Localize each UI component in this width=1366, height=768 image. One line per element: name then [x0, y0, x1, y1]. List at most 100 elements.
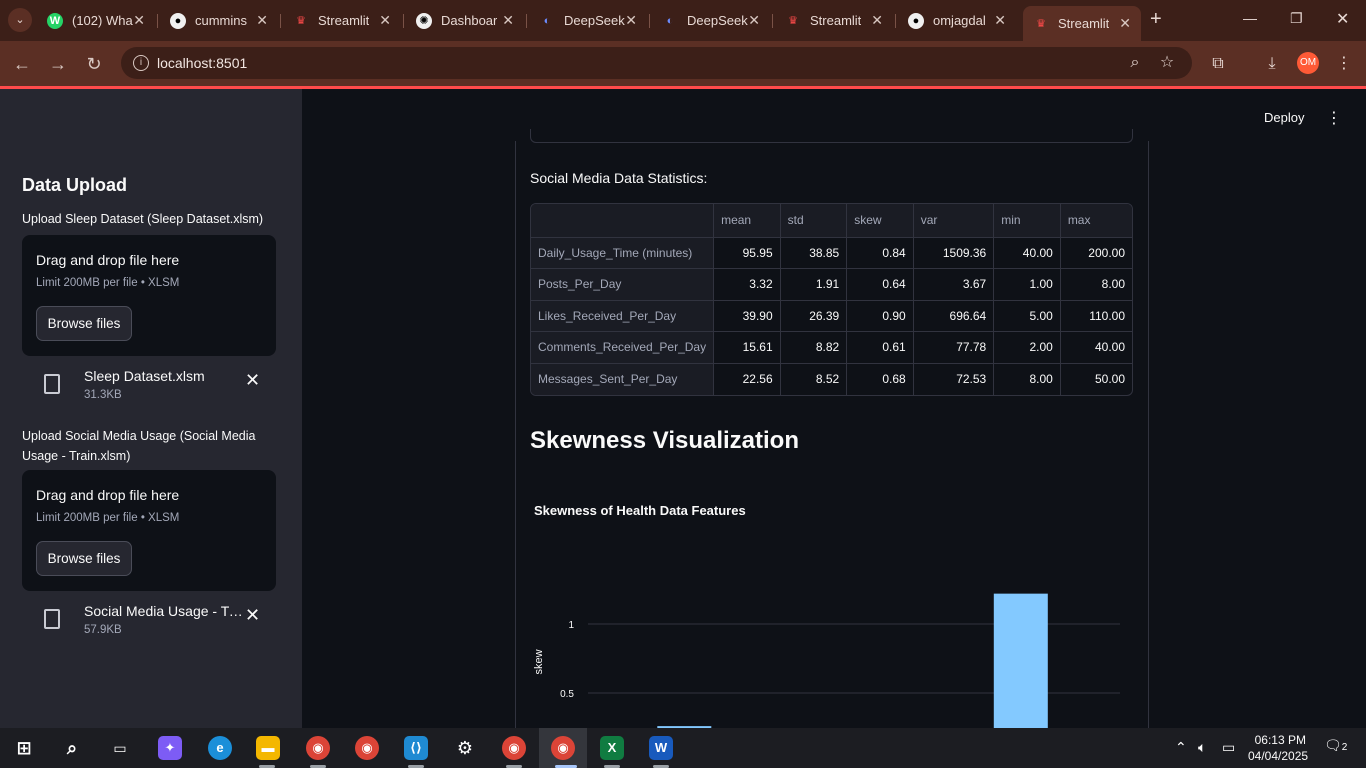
y-tick-label: 1 [568, 620, 574, 631]
table-row[interactable]: Daily_Usage_Time (minutes) 95.95 38.85 0.84… [531, 237, 1132, 269]
close-tab-icon[interactable]: ✕ [1119, 15, 1131, 32]
deploy-button[interactable]: Deploy [1264, 110, 1304, 125]
browser-tab[interactable]: ◐ DeepSeek ✕ [529, 6, 647, 35]
browser-tab[interactable]: ✺ Dashboar ✕ [406, 6, 524, 35]
column-header[interactable]: max [1059, 204, 1132, 238]
site-info-icon[interactable]: i [133, 55, 149, 71]
tab-separator [649, 14, 650, 28]
sidebar-title: Data Upload [22, 175, 128, 195]
table-row[interactable]: Comments_Received_Per_Day 15.61 8.82 0.61 77… [531, 331, 1132, 364]
notification-icon[interactable]: 🗨︎2 [1324, 737, 1347, 754]
dropzone-text: Drag and drop file here [36, 487, 180, 503]
social-dropzone[interactable]: Drag and drop file here Limit 200MB per … [22, 470, 276, 591]
windows-start-icon[interactable]: ⊞ [12, 736, 36, 760]
close-tab-icon[interactable]: ✕ [748, 12, 760, 29]
browser-tab[interactable]: ♛ Streamlit ✕ [283, 6, 401, 35]
copilot-icon[interactable]: ✦ [158, 736, 182, 760]
deepseek-icon: ◐ [666, 14, 674, 27]
table-cell: 26.39 [779, 300, 847, 332]
close-tab-icon[interactable]: ✕ [256, 12, 268, 29]
streamlit-icon: ♛ [788, 15, 798, 27]
close-tab-icon[interactable]: ✕ [502, 12, 514, 29]
tab-separator [157, 14, 158, 28]
clock-date: 04/04/2025 [1248, 749, 1309, 763]
browser-tab[interactable]: ♛ Streamlit ✕ [775, 6, 893, 35]
browse-files-button[interactable]: Browse files [36, 306, 132, 341]
table-cell: 0.84 [846, 237, 914, 269]
notification-count: 2 [1341, 742, 1348, 753]
container-border [515, 141, 516, 728]
reload-icon[interactable]: ↻ [82, 52, 106, 76]
bookmark-star-icon[interactable]: ☆ [1155, 51, 1179, 75]
file-icon [44, 609, 60, 629]
browser-tab[interactable]: W (102) Wha ✕ [37, 6, 155, 35]
table-row[interactable]: Likes_Received_Per_Day 39.90 26.39 0.90 696.… [531, 300, 1132, 332]
table-cell: 8.82 [779, 331, 847, 364]
table-cell: 22.56 [713, 363, 781, 395]
minimize-icon[interactable]: — [1243, 10, 1257, 26]
browser-menu-icon[interactable]: ⋮ [1332, 52, 1356, 76]
address-bar[interactable]: i localhost:8501 ⌕ ☆ [121, 47, 1192, 79]
column-header[interactable]: skew [846, 204, 914, 238]
column-header[interactable]: std [779, 204, 847, 238]
column-header[interactable]: mean [713, 204, 781, 238]
bar[interactable] [993, 593, 1048, 728]
close-tab-icon[interactable]: ✕ [871, 12, 883, 29]
tab-separator [895, 14, 896, 28]
zoom-icon[interactable]: ⌕ [1123, 51, 1147, 75]
browse-files-button[interactable]: Browse files [36, 541, 132, 576]
column-header[interactable]: min [993, 204, 1061, 238]
y-axis-label: skew [533, 649, 545, 674]
close-tab-icon[interactable]: ✕ [994, 12, 1006, 29]
settings-gear-icon[interactable]: ⚙ [453, 736, 477, 760]
tab-search-icon[interactable]: ⌄ [8, 8, 32, 32]
column-header[interactable]: var [912, 204, 994, 238]
profile-avatar[interactable]: OM [1297, 52, 1319, 74]
sleep-dropzone[interactable]: Drag and drop file here Limit 200MB per … [22, 235, 276, 356]
browser-tab[interactable]: ● cummins ✕ [160, 6, 278, 35]
close-window-icon[interactable]: ✕ [1336, 9, 1349, 29]
skewness-chart[interactable]: Skewness of Health Data Features skew 0.… [530, 494, 1133, 728]
download-icon[interactable]: ⤓ [1260, 52, 1284, 76]
url-text: localhost:8501 [157, 55, 248, 71]
tray-chevron-icon[interactable]: ⌃ [1175, 739, 1187, 756]
column-header[interactable] [531, 204, 714, 238]
chrome-icon[interactable]: ◉ [551, 736, 575, 760]
stats-table[interactable]: mean std skew var min max Daily_Usage_Time (m… [530, 203, 1133, 396]
table-cell: 40.00 [993, 237, 1061, 269]
file-explorer-icon[interactable]: ▬ [256, 736, 280, 760]
search-icon[interactable]: ⌕ [60, 736, 84, 760]
previous-table-edge [530, 129, 1133, 143]
chrome-icon[interactable]: ◉ [502, 736, 526, 760]
excel-icon[interactable]: X [600, 736, 624, 760]
close-tab-icon[interactable]: ✕ [625, 12, 637, 29]
chrome-icon[interactable]: ◉ [355, 736, 379, 760]
back-icon[interactable]: ← [10, 52, 34, 76]
openai-icon: ✺ [416, 12, 432, 29]
browser-tab[interactable]: ● omjagdal ✕ [898, 6, 1016, 35]
extensions-icon[interactable]: ⧉ [1206, 52, 1230, 76]
task-view-icon[interactable]: ▭ [108, 736, 132, 760]
table-row[interactable]: Messages_Sent_Per_Day 22.56 8.52 0.68 72.53 8… [531, 363, 1132, 395]
restore-icon[interactable]: ❐ [1290, 10, 1303, 27]
table-cell: 3.67 [912, 268, 994, 301]
network-icon[interactable]: ▭ [1222, 739, 1235, 756]
new-tab-icon[interactable]: + [1150, 8, 1162, 31]
remove-file-icon[interactable]: ✕ [245, 605, 260, 626]
chrome-icon[interactable]: ◉ [306, 736, 330, 760]
browser-tab[interactable]: ♛ Streamlit ✕ [1023, 6, 1141, 41]
clock[interactable]: 06:13 PM 04/04/2025 [1248, 732, 1309, 764]
tab-title: DeepSeek [687, 13, 748, 28]
main-menu-icon[interactable]: ⋮ [1326, 108, 1342, 128]
browser-tab[interactable]: ◐ DeepSeek ✕ [652, 6, 770, 35]
edge-icon[interactable]: e [208, 736, 232, 760]
volume-icon[interactable]: 🔈︎ [1198, 739, 1206, 756]
table-row[interactable]: Posts_Per_Day 3.32 1.91 0.64 3.67 1.00 8.00 [531, 268, 1132, 301]
close-tab-icon[interactable]: ✕ [379, 12, 391, 29]
vscode-icon[interactable]: ⟨⟩ [404, 736, 428, 760]
row-header: Messages_Sent_Per_Day [531, 363, 714, 395]
forward-icon[interactable]: → [46, 52, 70, 76]
word-icon[interactable]: W [649, 736, 673, 760]
remove-file-icon[interactable]: ✕ [245, 370, 260, 391]
close-tab-icon[interactable]: ✕ [133, 12, 145, 29]
